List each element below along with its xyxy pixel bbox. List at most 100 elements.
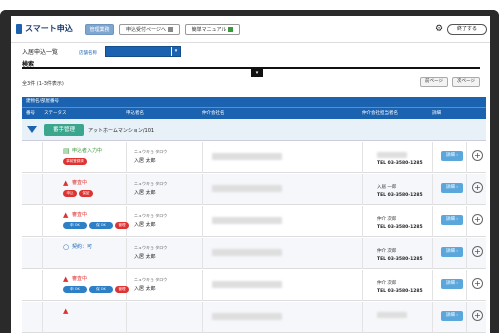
- expand-row-icon[interactable]: +: [472, 182, 483, 193]
- column-divider: [362, 206, 363, 237]
- tab-manual-label: 簡単マニュアル: [191, 27, 227, 33]
- status-text: 審査中: [72, 212, 88, 218]
- status-badge: 申 OK: [63, 286, 87, 293]
- column-divider: [42, 206, 43, 237]
- agent-name: 入居 一郎: [377, 185, 397, 190]
- store-label: 店舗名称: [79, 51, 97, 56]
- agency-name-redacted: [212, 217, 282, 224]
- tab-manual[interactable]: 簡単マニュアル: [185, 24, 240, 35]
- monitor-bezel-left: [0, 10, 11, 333]
- agency-name-redacted: [212, 313, 282, 320]
- agency-name-redacted: [212, 281, 282, 288]
- page-title: 入居申込一覧: [22, 49, 59, 56]
- expand-row-icon[interactable]: +: [472, 150, 483, 161]
- tab-application-page-label: 申込受付ページへ: [126, 27, 166, 33]
- detail-button[interactable]: 詳細 ›: [441, 311, 463, 321]
- agency-name-redacted: [212, 185, 282, 192]
- column-divider: [432, 142, 433, 173]
- column-divider: [42, 302, 43, 333]
- column-divider: [362, 238, 363, 269]
- chevron-down-icon: ▾: [171, 47, 180, 56]
- applicant-name: 入居 太郎: [134, 158, 156, 164]
- gear-icon[interactable]: ⚙: [435, 25, 443, 34]
- status-badge: 管理: [115, 222, 129, 229]
- agent-name-redacted: [377, 312, 407, 318]
- expand-row-icon[interactable]: +: [472, 214, 483, 225]
- column-divider: [362, 142, 363, 173]
- next-page-button[interactable]: 次ページ: [452, 77, 480, 87]
- detail-button[interactable]: 詳細 ›: [441, 247, 463, 257]
- column-divider: [362, 174, 363, 205]
- agent-name: 仲介 次郎: [377, 217, 397, 222]
- warning-icon: ▲: [63, 275, 69, 283]
- column-divider: [42, 174, 43, 205]
- doc-icon: ▤: [63, 147, 70, 155]
- building-group-row: 番手管理 アットホームマンション/101: [22, 119, 486, 141]
- detail-button[interactable]: 詳細 ›: [441, 151, 463, 161]
- table-row: ▲ 審査中 申込 保証 ニュウキョ タロウ 入居 太郎 入居 一郎 TEL 03-3580-1…: [22, 174, 486, 205]
- column-divider: [432, 206, 433, 237]
- column-divider: [202, 302, 203, 333]
- agent-phone: TEL 03-3580-1285: [377, 225, 423, 230]
- prev-page-button[interactable]: 前ページ: [420, 77, 448, 87]
- app-screen: スマート申込 管理業務 申込受付ページへ 簡単マニュアル ⚙ 終了する 入居申込…: [11, 16, 490, 333]
- status-badge: 申 OK: [63, 222, 87, 229]
- status-text: 申込者入力中: [72, 148, 103, 154]
- applicant-name: 入居 太郎: [134, 222, 156, 228]
- status-text: 審査中: [72, 276, 88, 282]
- table-row: ▲ 審査中申 OK 保 OK 管理 ニュウキョ タロウ 入居 太郎 仲介 次郎 TEL 03-…: [22, 206, 486, 237]
- expand-search-toggle[interactable]: ▾: [251, 69, 263, 77]
- column-divider: [466, 238, 467, 269]
- agency-name-redacted: [212, 249, 282, 256]
- column-divider: [42, 270, 43, 301]
- detail-button[interactable]: 詳細 ›: [441, 279, 463, 289]
- applicant-kana: ニュウキョ タロウ: [134, 149, 168, 154]
- status-badge: 保 OK: [89, 286, 113, 293]
- monitor-bezel-right: [490, 10, 499, 333]
- applicant-kana: ニュウキョ タロウ: [134, 213, 168, 218]
- expand-row-icon[interactable]: +: [472, 246, 483, 257]
- column-divider: [466, 174, 467, 205]
- order-management-button[interactable]: 番手管理: [44, 124, 84, 136]
- column-divider: [432, 270, 433, 301]
- agent-phone: TEL 03-3580-1285: [377, 257, 423, 262]
- column-divider: [126, 302, 127, 333]
- tab-management[interactable]: 管理業務: [85, 24, 114, 35]
- status-badge: 保証: [79, 190, 93, 197]
- expand-row-icon[interactable]: +: [472, 278, 483, 289]
- status-badge: 事前登録済: [63, 158, 87, 165]
- agent-name: 仲介 次郎: [377, 281, 397, 286]
- status-badge: 保 OK: [89, 222, 113, 229]
- warning-icon: ▲: [63, 307, 69, 315]
- agency-name-redacted: [212, 153, 282, 160]
- applicant-kana: ニュウキョ タロウ: [134, 245, 168, 250]
- agent-phone: TEL 03-3580-1285: [377, 289, 423, 294]
- column-divider: [362, 270, 363, 301]
- column-divider: [202, 238, 203, 269]
- agent-phone: TEL 03-3580-1285: [377, 161, 423, 166]
- detail-button[interactable]: 詳細 ›: [441, 215, 463, 225]
- applicant-name: 入居 太郎: [134, 254, 156, 260]
- expand-row-icon[interactable]: +: [472, 310, 483, 321]
- column-divider: [466, 206, 467, 237]
- tab-application-page[interactable]: 申込受付ページへ: [119, 24, 180, 35]
- table-group-header: 建物名/部屋番号: [22, 97, 486, 107]
- detail-button[interactable]: 詳細 ›: [441, 183, 463, 193]
- table-row: ▲ 審査中申 OK 保 OK 管理 ニュウキョ タロウ 入居 太郎 仲介 次郎 TEL 03-…: [22, 270, 486, 301]
- external-link-icon: [167, 27, 173, 32]
- column-divider: [126, 142, 127, 173]
- document-icon: [228, 27, 234, 32]
- collapse-triangle-icon[interactable]: [27, 126, 37, 133]
- status-badge: 管理: [115, 286, 129, 293]
- table-header: 番号 ステータス 申込者名 仲介会社名 仲介会社担当者名 詳細: [22, 107, 486, 119]
- warning-icon: ▲: [63, 179, 69, 187]
- logo-icon: [16, 24, 22, 34]
- column-divider: [432, 302, 433, 333]
- applicant-name: 入居 太郎: [134, 190, 156, 196]
- logout-button[interactable]: 終了する: [447, 24, 487, 35]
- table-row: ▤ 申込者入力中事前登録済 ニュウキョ タロウ 入居 太郎 TEL 03-3580-12…: [22, 142, 486, 173]
- column-divider: [126, 174, 127, 205]
- app-header: スマート申込 管理業務 申込受付ページへ 簡単マニュアル ⚙ 終了する: [11, 16, 490, 43]
- circle-icon: ○: [63, 243, 70, 251]
- store-select[interactable]: ▾: [105, 46, 181, 57]
